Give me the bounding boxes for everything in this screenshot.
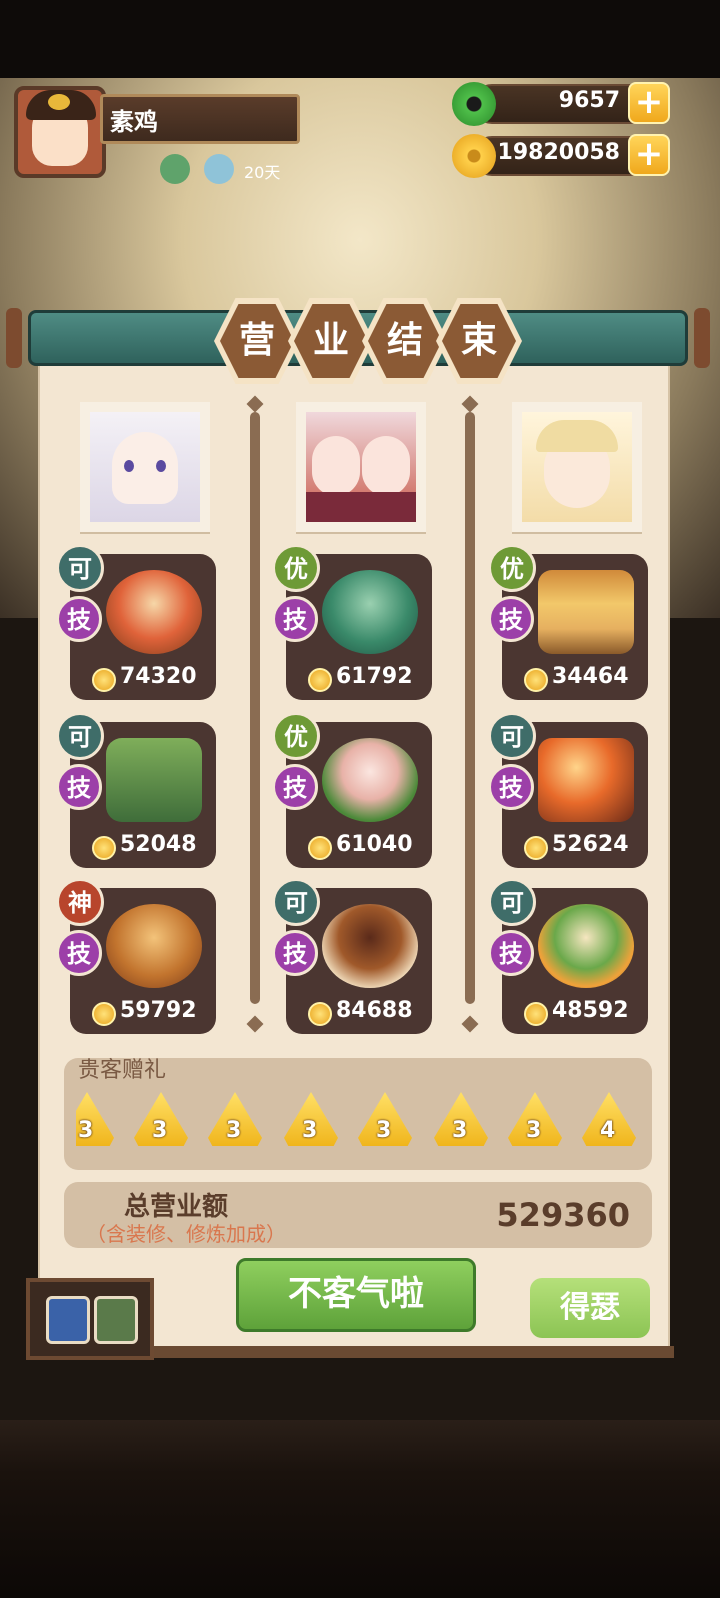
dish-card[interactable]: 优 技 61792 (272, 544, 432, 700)
coin-icon (308, 668, 332, 692)
camera-icon[interactable] (46, 1296, 90, 1344)
grade-badge: 可 (56, 712, 104, 760)
dish-image (538, 904, 634, 988)
skill-badge: 技 (56, 930, 102, 976)
guest-portrait-twins[interactable] (296, 402, 426, 532)
player-name: 素鸡 (110, 108, 158, 136)
gift-item[interactable]: 3 (208, 1092, 262, 1150)
dish-image (322, 570, 418, 654)
jade-amount: 9657 (558, 88, 620, 113)
show-off-button[interactable]: 得瑟 (530, 1278, 650, 1338)
skill-badge: 技 (488, 930, 534, 976)
skill-badge: 技 (488, 596, 534, 642)
coin-icon (92, 836, 116, 860)
coin-icon (524, 668, 548, 692)
coin-icon (524, 1002, 548, 1026)
side-toolbox (26, 1278, 154, 1360)
gift-item[interactable]: 3 (434, 1092, 488, 1150)
skill-badge: 技 (272, 596, 318, 642)
coin-icon (92, 1002, 116, 1026)
days-counter: 20天 (244, 163, 281, 182)
coin-icon (308, 1002, 332, 1026)
dish-image (322, 904, 418, 988)
dish-price: 61792 (336, 664, 413, 689)
revenue-note: （含装修、修炼加成） (86, 1222, 286, 1246)
scroll-cap-left (6, 308, 22, 368)
dish-card[interactable]: 可 技 84688 (272, 878, 432, 1034)
scroll-cap-right (694, 308, 710, 368)
dish-card[interactable]: 优 技 61040 (272, 712, 432, 868)
dish-price: 74320 (120, 664, 197, 689)
player-avatar[interactable] (14, 86, 106, 178)
gift-item[interactable]: 3 (358, 1092, 412, 1150)
grade-badge: 优 (272, 544, 320, 592)
coin-icon (92, 668, 116, 692)
grade-badge: 优 (272, 712, 320, 760)
revenue-value: 529360 (496, 1196, 630, 1234)
dish-image (106, 904, 202, 988)
chef-status-icon[interactable] (160, 154, 190, 184)
gift-item[interactable]: 3 (284, 1092, 338, 1150)
grade-badge: 可 (56, 544, 104, 592)
dish-price: 52048 (120, 832, 197, 857)
dish-price: 34464 (552, 664, 629, 689)
dish-card[interactable]: 优 技 34464 (488, 544, 648, 700)
grade-badge: 可 (488, 878, 536, 926)
bowl-status-icon[interactable] (204, 154, 234, 184)
confirm-button[interactable]: 不客气啦 (236, 1258, 476, 1332)
dish-price: 84688 (336, 998, 413, 1023)
gift-item[interactable]: 3 (76, 1092, 114, 1150)
gift-item[interactable]: 4 (582, 1092, 636, 1150)
skill-badge: 技 (56, 764, 102, 810)
dish-image (538, 738, 634, 822)
dish-image (322, 738, 418, 822)
counter-background (0, 1420, 720, 1598)
dish-image (538, 570, 634, 654)
dish-card[interactable]: 可 技 48592 (488, 878, 648, 1034)
dish-card[interactable]: 可 技 74320 (56, 544, 216, 700)
add-coin-button[interactable]: + (628, 134, 670, 176)
dish-card[interactable]: 可 技 52048 (56, 712, 216, 868)
dish-price: 59792 (120, 998, 197, 1023)
vip-gift-title: 贵客赠礼 (78, 1058, 167, 1083)
skill-badge: 技 (56, 596, 102, 642)
guest-portrait-blonde[interactable] (512, 402, 642, 532)
dish-card[interactable]: 可 技 52624 (488, 712, 648, 868)
grade-badge: 神 (56, 878, 104, 926)
top-bar-background (0, 0, 720, 78)
skill-badge: 技 (272, 764, 318, 810)
gift-item[interactable]: 3 (134, 1092, 188, 1150)
dish-image (106, 738, 202, 822)
dish-price: 52624 (552, 832, 629, 857)
grade-badge: 可 (488, 712, 536, 760)
coin-amount: 19820058 (497, 140, 620, 165)
skill-badge: 技 (272, 930, 318, 976)
skill-badge: 技 (488, 764, 534, 810)
gift-item[interactable]: 3 (508, 1092, 562, 1150)
grade-badge: 优 (488, 544, 536, 592)
guest-portrait-white-hood[interactable] (80, 402, 210, 532)
dish-price: 61040 (336, 832, 413, 857)
dish-price: 48592 (552, 998, 629, 1023)
dish-image (106, 570, 202, 654)
scan-icon[interactable] (94, 1296, 138, 1344)
coin-icon (308, 836, 332, 860)
add-jade-button[interactable]: + (628, 82, 670, 124)
column-divider-1 (250, 412, 260, 1004)
coin-icon (524, 836, 548, 860)
grade-badge: 可 (272, 878, 320, 926)
column-divider-2 (465, 412, 475, 1004)
dish-card[interactable]: 神 技 59792 (56, 878, 216, 1034)
